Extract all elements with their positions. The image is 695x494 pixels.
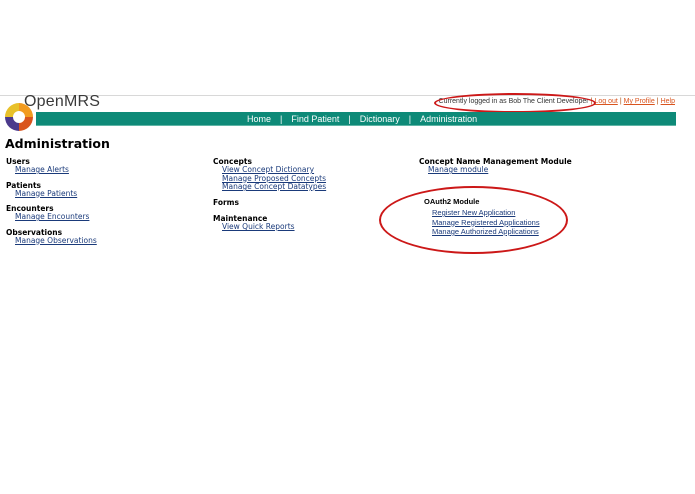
section-users: Users Manage Alerts [6, 157, 97, 175]
section-patients: Patients Manage Patients [6, 181, 97, 199]
help-link[interactable]: Help [661, 98, 675, 105]
section-maintenance: Maintenance View Quick Reports [213, 214, 326, 232]
top-divider [0, 95, 695, 96]
userbar-separator: | [619, 98, 622, 105]
admin-column-2: Concepts View Concept Dictionary Manage … [213, 157, 326, 237]
section-concepts: Concepts View Concept Dictionary Manage … [213, 157, 326, 192]
section-observations: Observations Manage Observations [6, 228, 97, 246]
annotation-circle-oauth [379, 186, 568, 254]
openmrs-admin-page: OpenMRS Currently logged in as Bob The C… [0, 0, 695, 494]
my-profile-link[interactable]: My Profile [624, 98, 655, 105]
manage-alerts-link[interactable]: Manage Alerts [15, 165, 97, 175]
section-encounters: Encounters Manage Encounters [6, 204, 97, 222]
section-title-forms: Forms [213, 197, 239, 207]
nav-bar: Home | Find Patient | Dictionary | Admin… [36, 112, 676, 126]
nav-find-patient[interactable]: Find Patient [283, 114, 347, 124]
section-concept-name-management: Concept Name Management Module Manage mo… [419, 157, 572, 175]
manage-patients-link[interactable]: Manage Patients [15, 189, 97, 199]
nav-dictionary[interactable]: Dictionary [352, 114, 408, 124]
view-quick-reports-link[interactable]: View Quick Reports [222, 222, 326, 232]
manage-module-link[interactable]: Manage module [428, 165, 572, 175]
app-name: OpenMRS [24, 93, 101, 110]
admin-column-3: Concept Name Management Module Manage mo… [419, 157, 572, 181]
page-title: Administration [5, 136, 110, 151]
manage-concept-datatypes-link[interactable]: Manage Concept Datatypes [222, 182, 326, 192]
section-forms: Forms [213, 198, 326, 207]
logout-link[interactable]: Log out [594, 98, 617, 105]
manage-encounters-link[interactable]: Manage Encounters [15, 212, 97, 222]
nav-home[interactable]: Home [247, 114, 279, 124]
manage-observations-link[interactable]: Manage Observations [15, 236, 97, 246]
userbar-separator: | [656, 98, 659, 105]
annotation-circle-user [434, 93, 596, 113]
nav-administration[interactable]: Administration [412, 114, 485, 124]
admin-column-1: Users Manage Alerts Patients Manage Pati… [6, 157, 97, 251]
